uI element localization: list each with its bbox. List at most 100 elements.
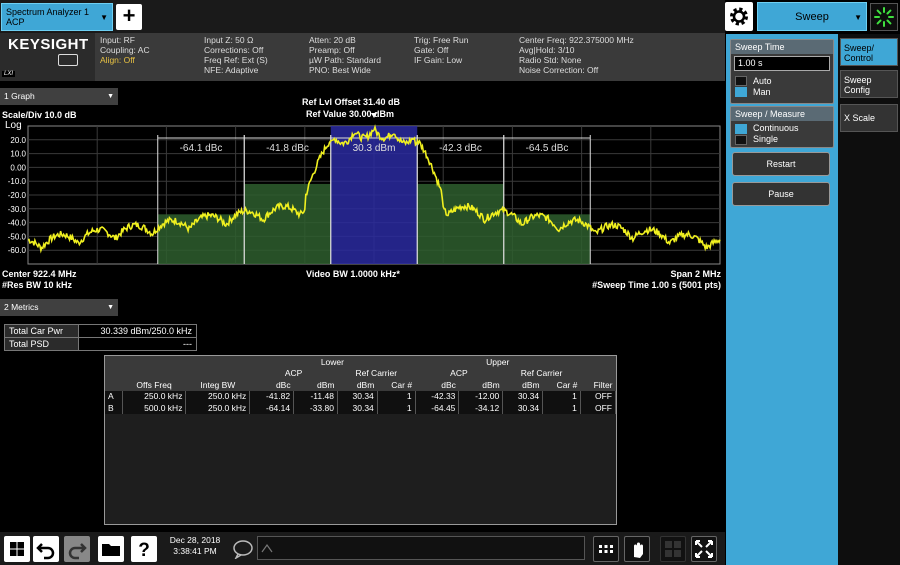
band-alt-lower (157, 214, 245, 264)
column-header-row: Offs Freq Integ BW dBc dBm dBm Car # dBc dBm dBm… (105, 379, 616, 391)
column-header: dBm (356, 379, 375, 390)
sweep-measure-group[interactable]: Sweep / Measure Continuous Single (730, 106, 834, 148)
column-header: dBc (441, 379, 456, 390)
add-screen-button[interactable]: + (116, 4, 142, 30)
settings-button[interactable] (725, 2, 753, 31)
ref-level-offset: Ref Lvl Offset 31.40 dB (302, 97, 401, 107)
status-input-settings[interactable]: Input: RF Coupling: AC Align: Off (100, 35, 150, 65)
help-button[interactable]: ? (131, 536, 157, 562)
auto-option: Auto (753, 76, 772, 86)
touch-toggle-button[interactable] (624, 536, 650, 562)
status-frequency[interactable]: Center Freq: 922.375000 MHz Avg|Hold: 3/… (519, 35, 634, 75)
band-adj-lower (244, 183, 331, 264)
status-line: Atten: 20 dB (309, 35, 356, 45)
status-line: Radio Std: None (519, 55, 582, 65)
message-bar[interactable] (257, 536, 585, 560)
layout-button[interactable] (660, 536, 686, 562)
upper-group-header: Upper (486, 356, 510, 367)
pause-button[interactable]: Pause (732, 182, 830, 206)
band-label: -64.5 dBc (526, 143, 569, 154)
y-tick-label: 0.00 (10, 163, 26, 172)
tab-x-scale[interactable]: X Scale (840, 104, 898, 132)
table-cell: -34.12 (458, 402, 504, 414)
continuous-option: Continuous (753, 123, 799, 133)
table-cell: -42.33 (415, 390, 460, 402)
table-cell: 250.0 kHz (185, 402, 251, 414)
column-header: Integ BW (200, 379, 236, 390)
table-cell: 1 (377, 390, 416, 402)
undo-button[interactable] (33, 536, 59, 562)
table-cell: 250.0 kHz (185, 390, 251, 402)
single-indicator (735, 135, 747, 145)
table-row[interactable]: A 250.0 kHz 250.0 kHz -41.82 -11.48 30.34 1 -42… (105, 390, 617, 402)
redo-button[interactable] (64, 536, 90, 562)
sweep-time-input[interactable]: 1.00 s (734, 56, 830, 71)
status-corrections[interactable]: Input Z: 50 Ω Corrections: Off Freq Ref:… (204, 35, 268, 75)
windows-start-button[interactable] (4, 536, 30, 562)
span-readout: Span 2 MHz (670, 269, 721, 279)
hand-touch-icon (634, 542, 643, 558)
table-cell: -41.82 (249, 390, 295, 402)
metrics-window[interactable]: 2 Metrics ▼ Total Car Pwr 30.339 dBm/250… (0, 297, 725, 529)
video-bw-readout: Video BW 1.0000 kHz* (306, 269, 400, 279)
y-tick-label: -10.0 (8, 177, 27, 186)
table-cell: B (105, 402, 123, 414)
column-header: Car # (391, 379, 413, 390)
table-cell: -11.48 (293, 390, 338, 402)
tab-title: Spectrum Analyzer 1 (6, 7, 90, 17)
keypad-button[interactable] (593, 536, 619, 562)
restart-button[interactable]: Restart (732, 152, 830, 176)
taskbar: ? Dec 28, 2018 3:38:41 PM (0, 532, 725, 565)
brand-name: KEYSIGHT (8, 36, 89, 53)
y-tick-label: -20.0 (8, 191, 27, 200)
graph-selector-dropdown[interactable]: 1 Graph ▼ (0, 88, 118, 105)
table-cell: OFF (580, 390, 617, 402)
table-cell: A (105, 390, 123, 402)
file-explorer-button[interactable] (98, 536, 124, 562)
lower-group-header: Lower (320, 356, 344, 367)
window-tab-bar: Spectrum Analyzer 1 ACP ▼ + (0, 0, 725, 33)
tab-spectrum-analyzer[interactable]: Spectrum Analyzer 1 ACP ▼ (1, 3, 113, 31)
lower-acp-header: ACP (284, 368, 303, 379)
auto-man-toggle[interactable]: Auto Man (731, 73, 833, 101)
status-attenuation[interactable]: Atten: 20 dB Preamp: Off µW Path: Standa… (309, 35, 381, 75)
chevron-down-icon: ▼ (107, 93, 114, 100)
table-cell: -12.00 (458, 390, 504, 402)
y-tick-label: -50.0 (8, 232, 27, 241)
expand-up-icon (261, 543, 273, 553)
status-line: Avg|Hold: 3/10 (519, 45, 575, 55)
log-scale-label: Log (5, 120, 22, 131)
keypad-icon (599, 545, 613, 553)
tab-sweep-config[interactable]: Sweep Config (840, 70, 898, 98)
status-line: Input Z: 50 Ω (204, 35, 254, 45)
tab-sweep-control[interactable]: Sweep/ Control (840, 38, 898, 66)
column-header: Offs Freq (136, 379, 172, 390)
column-header: dBm (482, 379, 500, 390)
y-tick-label: 10.0 (10, 150, 26, 159)
keysight-logo[interactable]: KEYSIGHT LXI (0, 33, 95, 81)
ref-value: Ref Value 30.00 dBm (306, 109, 395, 119)
status-line: NFE: Adaptive (204, 65, 259, 75)
graph-selector-label: 1 Graph (4, 91, 35, 101)
sweep-time-title: Sweep Time (731, 40, 833, 54)
column-header: Car # (556, 379, 578, 390)
message-button[interactable] (232, 539, 254, 561)
menu-selector-sweep[interactable]: Sweep ▼ (757, 2, 867, 31)
status-trigger[interactable]: Trig: Free Run Gate: Off IF Gain: Low (414, 35, 468, 65)
plot-frame (27, 125, 721, 265)
band-label: -41.8 dBc (266, 143, 309, 154)
table-row[interactable]: B 500.0 kHz 250.0 kHz -64.14 -33.80 30.34 1 -64… (105, 402, 617, 414)
upper-acp-header: ACP (450, 368, 468, 379)
sweep-time-readout: #Sweep Time 1.00 s (5001 pts) (592, 280, 721, 290)
fullscreen-button[interactable] (691, 536, 717, 562)
chevron-down-icon: ▼ (854, 13, 862, 22)
date-time-display[interactable]: Dec 28, 2018 3:38:41 PM (160, 535, 230, 557)
band-label: -64.1 dBc (180, 143, 223, 154)
chevron-down-icon: ▼ (100, 13, 108, 22)
table-cell: 250.0 kHz (122, 390, 187, 402)
status-line: IF Gain: Low (414, 55, 463, 65)
metrics-selector-dropdown[interactable]: 2 Metrics ▼ (0, 299, 118, 316)
sweep-measure-title: Sweep / Measure (731, 107, 833, 121)
spinner-icon (874, 7, 894, 27)
graph-window[interactable]: 1 Graph ▼ Scale/Div 10.0 dB Log Ref Lvl … (0, 86, 725, 291)
